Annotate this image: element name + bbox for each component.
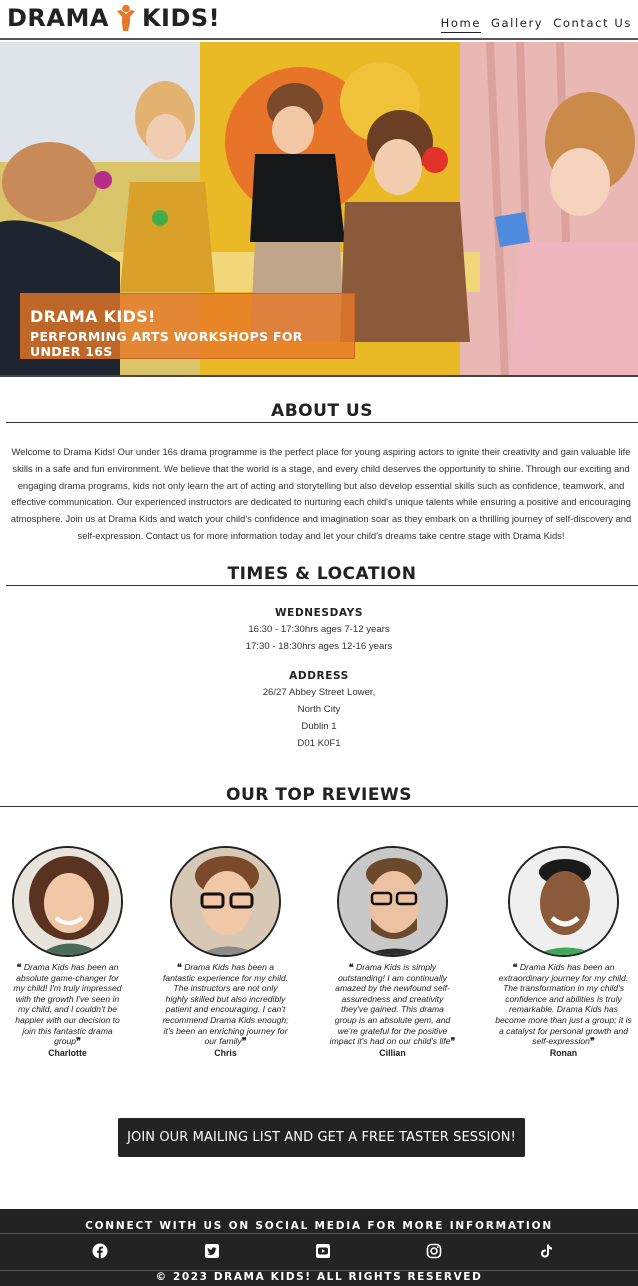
review-card: ❝ Drama Kids has been a fantastic experi…	[162, 846, 289, 1058]
address-line-1: 26/27 Abbey Street Lower,	[262, 687, 376, 698]
review-card: ❝ Drama Kids is simply outstanding! I am…	[329, 846, 456, 1058]
quote-open-icon: ❝	[512, 962, 518, 972]
avatar-cillian	[337, 846, 448, 957]
review-card: ❝ Drama Kids has been an absolute game-c…	[10, 846, 125, 1058]
copyright-text: © 2023 DRAMA KIDS! ALL RIGHTS RESERVED	[155, 1271, 483, 1283]
quote-close-icon: ❞	[76, 1036, 81, 1047]
about-heading: ABOUT US	[6, 401, 638, 423]
quote-close-icon: ❞	[450, 1036, 456, 1047]
youtube-icon[interactable]	[315, 1243, 331, 1259]
nav-home[interactable]: Home	[440, 16, 482, 33]
kid-logo-icon	[116, 4, 135, 31]
quote-close-icon: ❞	[241, 1036, 247, 1047]
logo-text-left: DRAMA	[7, 4, 109, 32]
review-card: ❝ Drama Kids has been an extraordinary j…	[495, 846, 632, 1058]
site-footer: CONNECT WITH US ON SOCIAL MEDIA FOR MORE…	[0, 1209, 638, 1286]
times-heading: TIMES & LOCATION	[6, 564, 638, 586]
address-line-2: North City	[297, 704, 341, 715]
times-block: WEDNESDAYS 16:30 - 17:30hrs ages 7-12 ye…	[0, 607, 638, 752]
session-2: 17:30 - 18:30hrs ages 12-16 years	[245, 641, 393, 652]
twitter-icon[interactable]	[204, 1243, 220, 1259]
nav-gallery[interactable]: Gallery	[491, 16, 543, 33]
facebook-icon[interactable]	[92, 1243, 108, 1259]
avatar-ronan	[508, 846, 619, 957]
hero-subtitle: PERFORMING ARTS WORKSHOPS FOR UNDER 16S	[30, 329, 303, 359]
address-line-4: D01 K0F1	[297, 738, 341, 749]
review-quote: ❝ Drama Kids is simply outstanding! I am…	[329, 962, 456, 1047]
footer-divider	[0, 1233, 638, 1234]
review-quote: ❝ Drama Kids has been an extraordinary j…	[495, 962, 632, 1047]
quote-open-icon: ❝	[16, 962, 22, 972]
instagram-icon[interactable]	[426, 1243, 442, 1259]
site-header: DRAMA KIDS! Home Gallery Contact Us	[0, 0, 638, 40]
main-nav: Home Gallery Contact Us	[440, 16, 632, 33]
day-heading: WEDNESDAYS	[275, 607, 363, 619]
avatar-chris	[170, 846, 281, 957]
logo-text-right: KIDS!	[141, 4, 221, 32]
tiktok-icon[interactable]	[538, 1243, 554, 1259]
avatar-charlotte	[12, 846, 123, 957]
reviews-heading: OUR TOP REVIEWS	[0, 785, 638, 807]
about-text: Welcome to Drama Kids! Our under 16s dra…	[10, 446, 632, 541]
address-heading: ADDRESS	[289, 670, 349, 682]
reviewer-name: Cillian	[379, 1047, 406, 1058]
site-logo[interactable]: DRAMA KIDS!	[7, 4, 220, 32]
quote-open-icon: ❝	[176, 962, 182, 972]
reviewer-name: Charlotte	[48, 1047, 87, 1058]
nav-contact-us[interactable]: Contact Us	[553, 16, 632, 33]
footer-title: CONNECT WITH US ON SOCIAL MEDIA FOR MORE…	[85, 1220, 553, 1232]
quote-close-icon: ❞	[589, 1036, 595, 1047]
hero-banner: DRAMA KIDS! PERFORMING ARTS WORKSHOPS FO…	[0, 42, 638, 377]
session-1: 16:30 - 17:30hrs ages 7-12 years	[248, 624, 390, 635]
review-quote: ❝ Drama Kids has been an absolute game-c…	[13, 962, 122, 1047]
quote-open-icon: ❝	[348, 962, 354, 972]
reviewer-name: Chris	[214, 1047, 237, 1058]
hero-title-box: DRAMA KIDS! PERFORMING ARTS WORKSHOPS FO…	[20, 293, 355, 359]
reviewer-name: Ronan	[549, 1047, 578, 1058]
address-line-3: Dublin 1	[301, 721, 337, 732]
review-quote: ❝ Drama Kids has been a fantastic experi…	[162, 962, 289, 1047]
hero-title: DRAMA KIDS!	[30, 307, 156, 326]
mailing-list-button[interactable]: JOIN OUR MAILING LIST AND GET A FREE TAS…	[118, 1118, 525, 1157]
